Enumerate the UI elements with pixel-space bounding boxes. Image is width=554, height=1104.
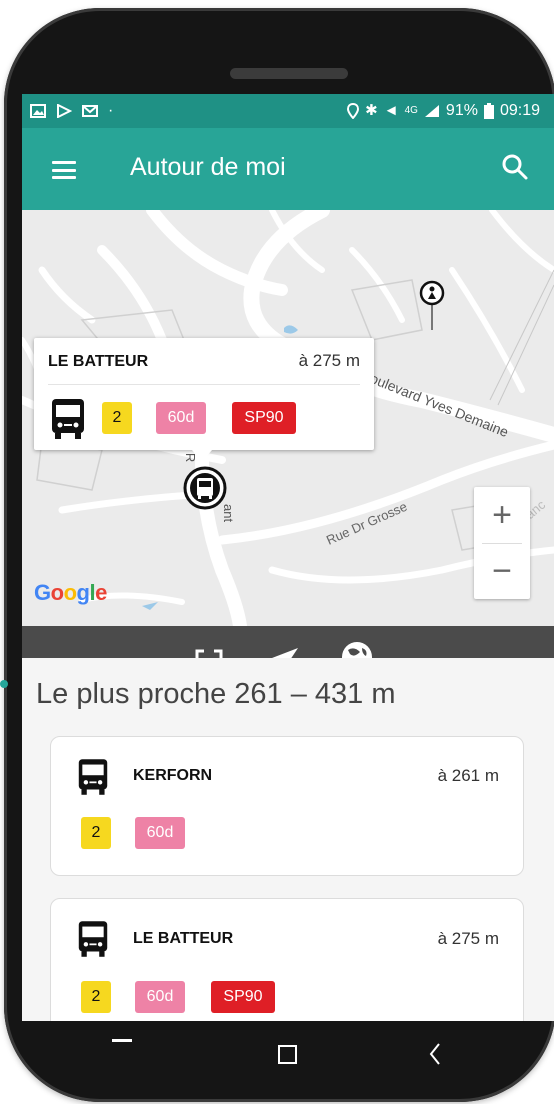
location-icon [347,103,360,119]
bus-icon [52,399,84,439]
stop-card[interactable]: LE BATTEUR à 275 m 2 60d SP90 [50,898,524,1021]
bus-icon [78,921,108,957]
battery-icon [483,103,494,119]
bus-icon [78,759,108,795]
callout-stop-name: LE BATTEUR [48,353,149,370]
back-button[interactable] [428,1042,442,1066]
stop-card[interactable]: KERFORN à 261 m 2 60d [50,736,524,876]
globe-icon[interactable] [340,640,374,658]
signal-icon [424,105,439,117]
page-title: Autour de moi [130,153,286,181]
search-icon[interactable] [500,152,530,182]
stop-distance: à 275 m [437,929,499,948]
mail-notification-icon [82,105,98,117]
line-badge-sp90[interactable]: SP90 [211,981,275,1013]
menu-icon[interactable] [52,161,76,179]
app-bar: Autour de moi [22,128,554,210]
map-view[interactable]: oulevard Yves Demaine Rue Dr Grosse Rue … [22,210,554,626]
nearest-stops-panel: Le plus proche 261 – 431 m KERFORN à 261… [22,658,554,1021]
phone-screen: · ✱ ◄ 4G 91% 09:19 Autour de moi oulevar… [22,94,554,1021]
map-pin-icon[interactable] [419,280,445,306]
stop-callout[interactable]: LE BATTEUR à 275 m 2 60d SP90 [34,338,374,450]
gallery-notification-icon [30,104,46,118]
phone-speaker [230,68,348,79]
stop-distance: à 261 m [437,766,499,785]
line-badge-2[interactable]: 2 [81,981,111,1013]
zoom-out-button[interactable]: − [474,543,530,599]
clock: 09:19 [499,102,540,119]
stop-name: LE BATTEUR [133,930,234,947]
bluetooth-icon: ✱ [365,102,378,119]
callout-line-badge-60d[interactable]: 60d [156,402,206,434]
fullscreen-icon[interactable] [194,648,224,658]
callout-pointer [192,450,212,462]
system-nav-bar [22,1021,554,1081]
bus-stop-marker-icon[interactable] [183,466,227,510]
callout-stop-distance: à 275 m [298,351,360,370]
line-badge-60d[interactable]: 60d [135,981,185,1013]
status-bar: · ✱ ◄ 4G 91% 09:19 [22,94,554,128]
mute-icon: ◄ [383,102,399,119]
callout-line-badge-2[interactable]: 2 [102,402,132,434]
network-type: 4G [404,105,418,116]
navigation-arrow-icon[interactable] [270,646,300,658]
edge-dot [0,680,8,688]
stop-name: KERFORN [133,767,213,784]
zoom-controls: + − [474,487,530,599]
home-button[interactable] [278,1045,297,1064]
section-title: Le plus proche 261 – 431 m [36,678,396,710]
callout-line-badge-sp90[interactable]: SP90 [232,402,296,434]
google-logo: Google [34,580,107,605]
callout-divider [48,384,360,385]
map-toolbar [22,626,554,658]
more-notifications-dot-icon: · [108,102,114,119]
zoom-in-button[interactable]: + [474,487,530,543]
battery-percent: 91% [445,102,478,119]
recent-apps-button[interactable] [112,1039,132,1042]
line-badge-2[interactable]: 2 [81,817,111,849]
play-store-notification-icon [57,104,72,118]
line-badge-60d[interactable]: 60d [135,817,185,849]
